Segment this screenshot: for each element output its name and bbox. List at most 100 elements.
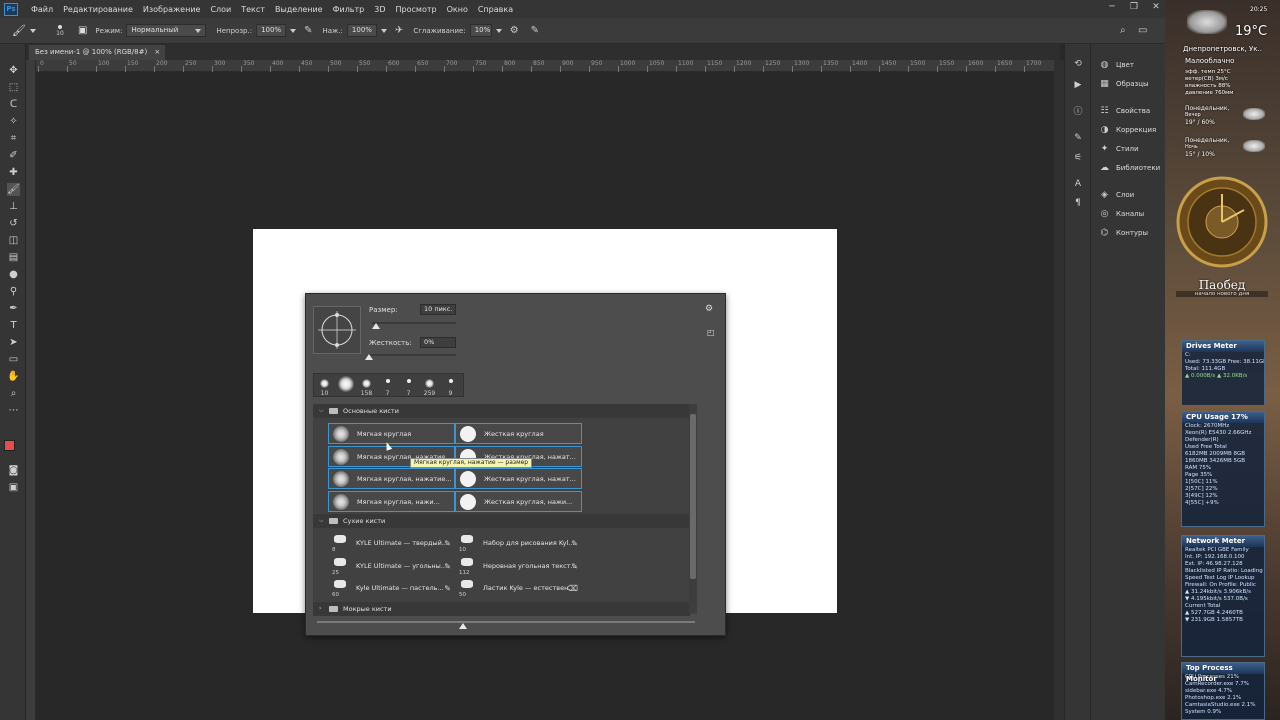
panel-adjustments[interactable]: ◑ Коррекция	[1099, 123, 1157, 137]
chevron-down-icon[interactable]: ⌵	[319, 404, 324, 418]
type-tool-icon[interactable]: T	[7, 319, 20, 332]
list-scroll-thumb[interactable]	[690, 414, 696, 579]
recent-brush[interactable]: 7	[377, 374, 398, 398]
history-icon[interactable]: ⟲	[1072, 58, 1084, 70]
eyedropper-tool-icon[interactable]: ✐	[7, 149, 20, 162]
brush-angle-preview[interactable]	[313, 306, 361, 354]
menu-filter[interactable]: Фильтр	[328, 5, 370, 14]
chevron-down-icon[interactable]: ⌵	[319, 514, 324, 528]
brush-item[interactable]: Жесткая круглая	[455, 423, 582, 444]
menu-help[interactable]: Справка	[473, 5, 518, 14]
hardness-field[interactable]: 0%	[420, 337, 456, 348]
blur-tool-icon[interactable]: ●	[7, 268, 20, 281]
close-tab-icon[interactable]: ×	[154, 45, 160, 60]
mode-select[interactable]: Нормальный	[126, 24, 207, 37]
foreground-color-swatch[interactable]	[4, 440, 15, 451]
size-slider-knob[interactable]	[372, 323, 381, 329]
gear-icon[interactable]: ⚙	[705, 304, 713, 314]
history-brush-tool-icon[interactable]: ↺	[7, 217, 20, 230]
more-tools-icon[interactable]: ⋯	[7, 404, 20, 417]
size-field[interactable]: 10 пикс.	[420, 304, 456, 315]
list-scrollbar[interactable]	[689, 404, 697, 612]
menu-3d[interactable]: 3D	[369, 5, 390, 14]
brush-item[interactable]: 60 Kyle Ultimate — пастель... ✎	[328, 578, 455, 599]
gear-icon[interactable]: ⚙	[510, 25, 519, 36]
lasso-tool-icon[interactable]: ᑕ	[7, 98, 20, 111]
menu-edit[interactable]: Редактирование	[58, 5, 138, 14]
brush-preset-picker[interactable]: 10	[48, 24, 72, 37]
recent-brush[interactable]: 9	[440, 374, 461, 398]
quick-mask-icon[interactable]: ◙	[7, 464, 20, 477]
brush-item[interactable]: 25 KYLE Ultimate — угольны... ✎	[328, 556, 455, 577]
adjust-icon[interactable]: ⚟	[1072, 152, 1084, 164]
tool-preset-caret-icon[interactable]	[29, 28, 36, 33]
brush-settings-icon[interactable]: ✎	[1072, 132, 1084, 144]
dodge-tool-icon[interactable]: ⚲	[7, 285, 20, 298]
brush-item[interactable]: Жесткая круглая, нажи...	[455, 490, 582, 512]
brush-settings-icon[interactable]: ▣	[78, 25, 87, 36]
menu-select[interactable]: Выделение	[270, 5, 328, 14]
chevron-right-icon[interactable]: ›	[319, 602, 321, 616]
brush-item[interactable]: 112 Неровная угольная текст... ✎	[455, 556, 582, 577]
rectangle-tool-icon[interactable]: ▭	[7, 353, 20, 366]
size-slider[interactable]	[372, 322, 456, 324]
menu-window[interactable]: Окно	[442, 5, 473, 14]
brush-tool-icon[interactable]: 🖌	[12, 24, 26, 37]
smoothing-caret-icon[interactable]	[495, 28, 502, 33]
search-icon[interactable]: ⌕	[1120, 25, 1126, 36]
menu-view[interactable]: Просмотр	[391, 5, 442, 14]
group-wet-brushes[interactable]: › Мокрые кисти	[313, 602, 690, 616]
hand-tool-icon[interactable]: ✋	[7, 370, 20, 383]
hardness-slider[interactable]	[369, 354, 456, 356]
group-dry-brushes[interactable]: ⌵ Сухие кисти	[313, 514, 690, 528]
info-icon[interactable]: ⓘ	[1072, 106, 1084, 118]
document-tab[interactable]: Без имени-1 @ 100% (RGB/8#) ×	[29, 45, 166, 60]
new-preset-icon[interactable]: ◰	[707, 328, 715, 337]
panel-layers[interactable]: ◈ Слои	[1099, 188, 1134, 202]
menu-file[interactable]: Файл	[26, 5, 58, 14]
pressure-opacity-icon[interactable]: ✎	[304, 25, 312, 36]
brush-item[interactable]: Мягкая круглая, нажатие...	[328, 468, 455, 489]
stamp-tool-icon[interactable]: ⊥	[7, 200, 20, 213]
group-basic-brushes[interactable]: ⌵ Основные кисти	[313, 404, 690, 418]
character-icon[interactable]: A	[1072, 178, 1084, 190]
menu-image[interactable]: Изображение	[138, 5, 206, 14]
recent-brush[interactable]: 7	[398, 374, 419, 398]
thumbnail-size-knob[interactable]	[459, 623, 467, 629]
zoom-tool-icon[interactable]: ⌕	[7, 387, 20, 400]
smoothing-field[interactable]: 10%	[469, 24, 492, 37]
recent-brush[interactable]: 158	[356, 374, 377, 398]
panel-libraries[interactable]: ☁ Библиотеки	[1099, 161, 1160, 175]
workspace-icon[interactable]: ▭	[1138, 25, 1147, 36]
play-icon[interactable]: ▶	[1072, 79, 1084, 91]
brush-item[interactable]: 10 Набор для рисования Kyl... ✎	[455, 533, 582, 554]
eraser-tool-icon[interactable]: ◫	[7, 234, 20, 247]
flow-caret-icon[interactable]	[380, 28, 387, 33]
screen-mode-icon[interactable]: ▣	[7, 481, 20, 494]
move-tool-icon[interactable]: ✥	[7, 64, 20, 77]
airbrush-icon[interactable]: ✈	[395, 25, 403, 36]
opacity-field[interactable]: 100%	[256, 24, 287, 37]
paragraph-icon[interactable]: ¶	[1072, 197, 1084, 209]
path-select-tool-icon[interactable]: ➤	[7, 336, 20, 349]
recent-brush[interactable]: 259	[419, 374, 440, 398]
brush-item[interactable]: 8 KYLE Ultimate — твердый... ✎	[328, 533, 455, 554]
vertical-scrollbar[interactable]	[1054, 60, 1064, 720]
panel-swatches[interactable]: ▦ Образцы	[1099, 77, 1148, 91]
hardness-slider-knob[interactable]	[365, 354, 373, 360]
crop-tool-icon[interactable]: ⌗	[7, 132, 20, 145]
flow-field[interactable]: 100%	[346, 24, 377, 37]
panel-properties[interactable]: ☷ Свойства	[1099, 104, 1150, 118]
opacity-caret-icon[interactable]	[290, 28, 297, 33]
quick-select-tool-icon[interactable]: ✧	[7, 115, 20, 128]
healing-tool-icon[interactable]: ✚	[7, 166, 20, 179]
menu-layers[interactable]: Слои	[205, 5, 236, 14]
thumbnail-size-slider[interactable]	[317, 621, 695, 623]
panel-channels[interactable]: ◎ Каналы	[1099, 207, 1145, 221]
panel-styles[interactable]: ✦ Стили	[1099, 142, 1139, 156]
pen-tool-icon[interactable]: ✒	[7, 302, 20, 315]
brush-item[interactable]: Мягкая круглая, нажи...	[328, 490, 455, 512]
pressure-size-icon[interactable]: ✎	[531, 25, 539, 36]
recent-brush[interactable]: 10	[314, 374, 335, 398]
brush-item[interactable]: 50 Ластик Kyle — естествен... ⌫	[455, 578, 582, 599]
